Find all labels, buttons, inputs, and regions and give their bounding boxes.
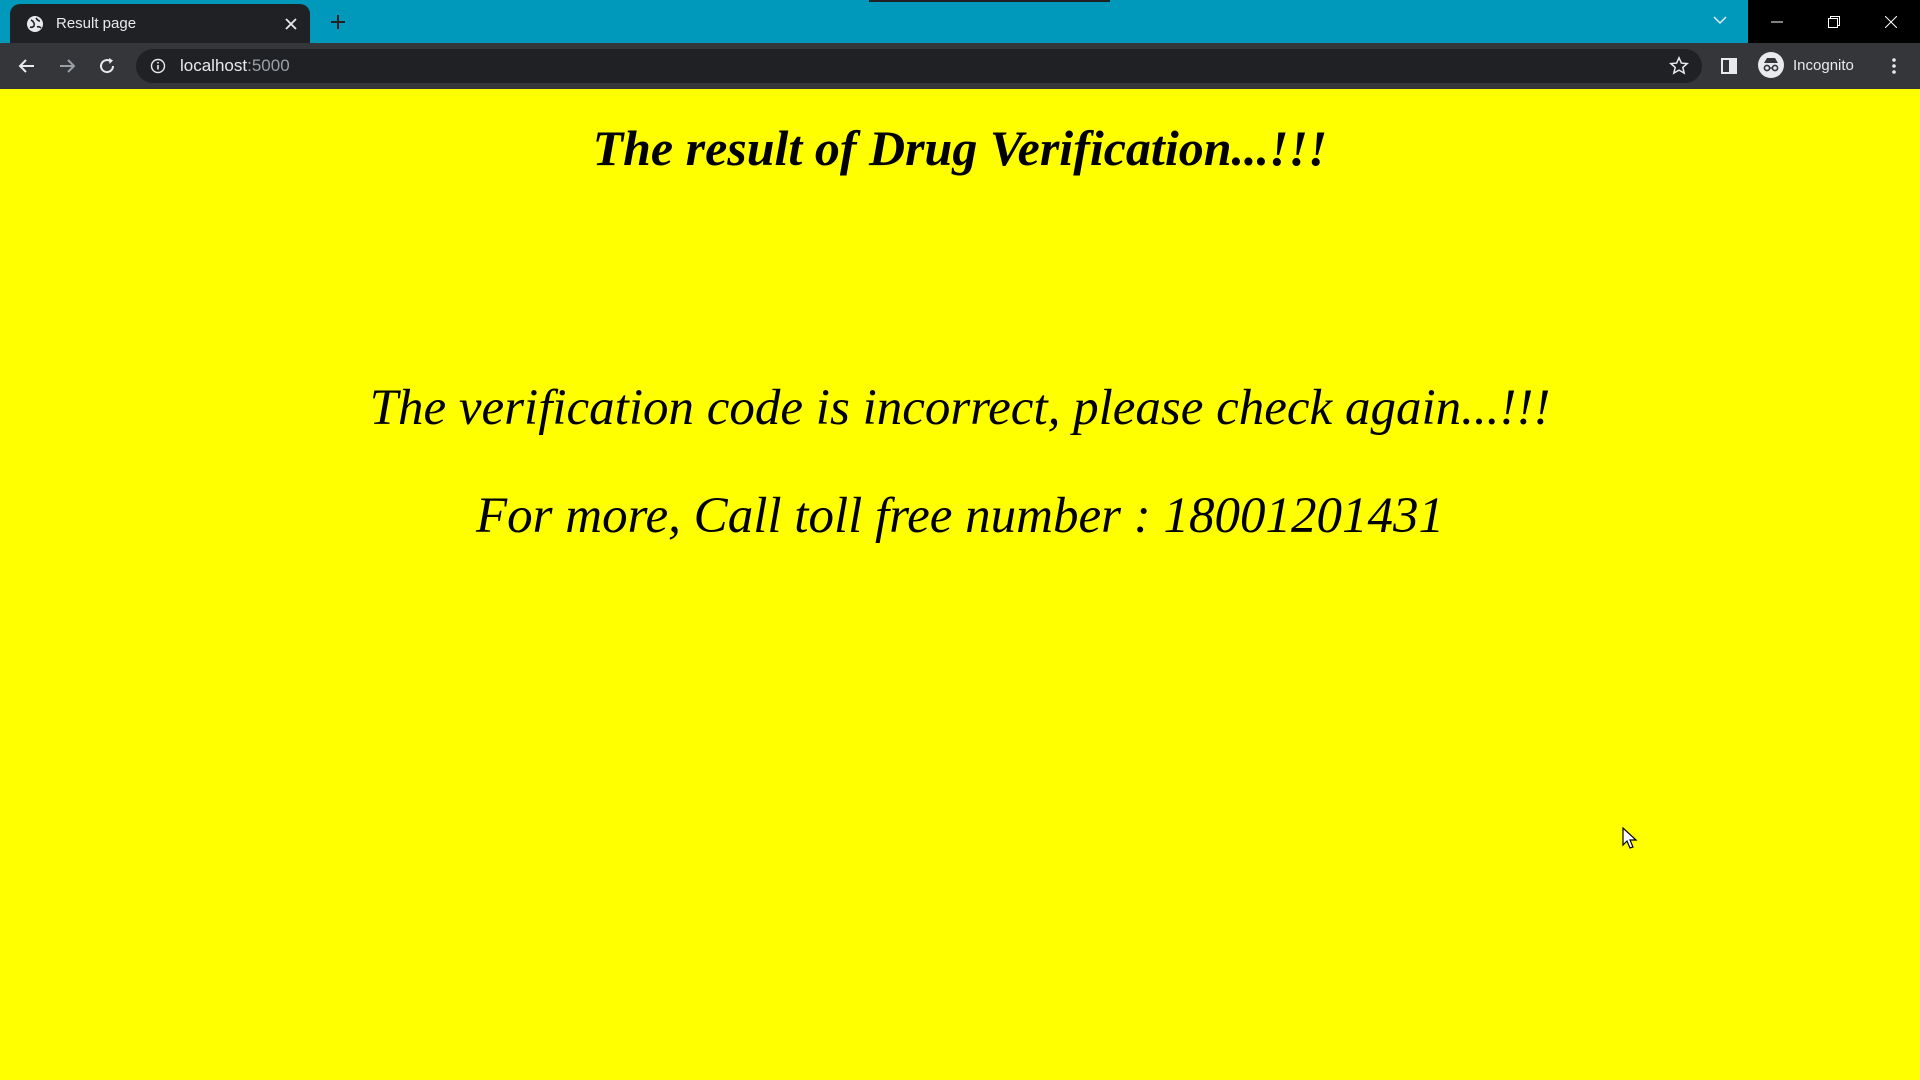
star-icon[interactable] [1668, 55, 1690, 77]
browser-tabstrip: Result page [0, 0, 1920, 43]
kebab-menu-icon[interactable] [1878, 50, 1910, 82]
arrow-left-icon[interactable] [11, 50, 43, 82]
incognito-icon [1758, 52, 1784, 78]
arrow-right-icon[interactable] [51, 50, 83, 82]
toll-free-contact: For more, Call toll free number : 180012… [476, 488, 1444, 544]
window-drag-indicator [869, 0, 1110, 2]
browser-tab-active[interactable]: Result page [10, 4, 310, 43]
page-title: The result of Drug Verification...!!! [592, 120, 1328, 176]
url-host: localhost [180, 56, 248, 75]
close-icon[interactable] [1863, 0, 1920, 43]
browser-toolbar: localhost:5000 Incognito [0, 43, 1920, 89]
url-text: localhost:5000 [180, 56, 290, 76]
incognito-profile-button[interactable]: Incognito [1752, 48, 1864, 82]
chevron-down-icon[interactable] [1708, 8, 1732, 32]
address-bar[interactable]: localhost:5000 [136, 49, 1702, 83]
restore-icon[interactable] [1805, 0, 1862, 43]
incognito-label: Incognito [1793, 56, 1854, 74]
minimize-icon[interactable] [1748, 0, 1805, 43]
tab-title: Result page [56, 15, 137, 32]
reload-icon[interactable] [91, 50, 123, 82]
window-controls [1748, 0, 1920, 43]
info-icon[interactable] [149, 57, 167, 75]
plus-icon[interactable] [325, 9, 351, 35]
mouse-cursor-icon [1622, 826, 1638, 856]
close-icon[interactable] [280, 13, 302, 35]
url-port: :5000 [247, 56, 290, 75]
page-content: The result of Drug Verification...!!! Th… [0, 89, 1920, 1080]
verification-result-message: The verification code is incorrect, plea… [369, 380, 1551, 436]
side-panel-icon[interactable] [1713, 50, 1745, 82]
globe-icon [26, 15, 44, 33]
